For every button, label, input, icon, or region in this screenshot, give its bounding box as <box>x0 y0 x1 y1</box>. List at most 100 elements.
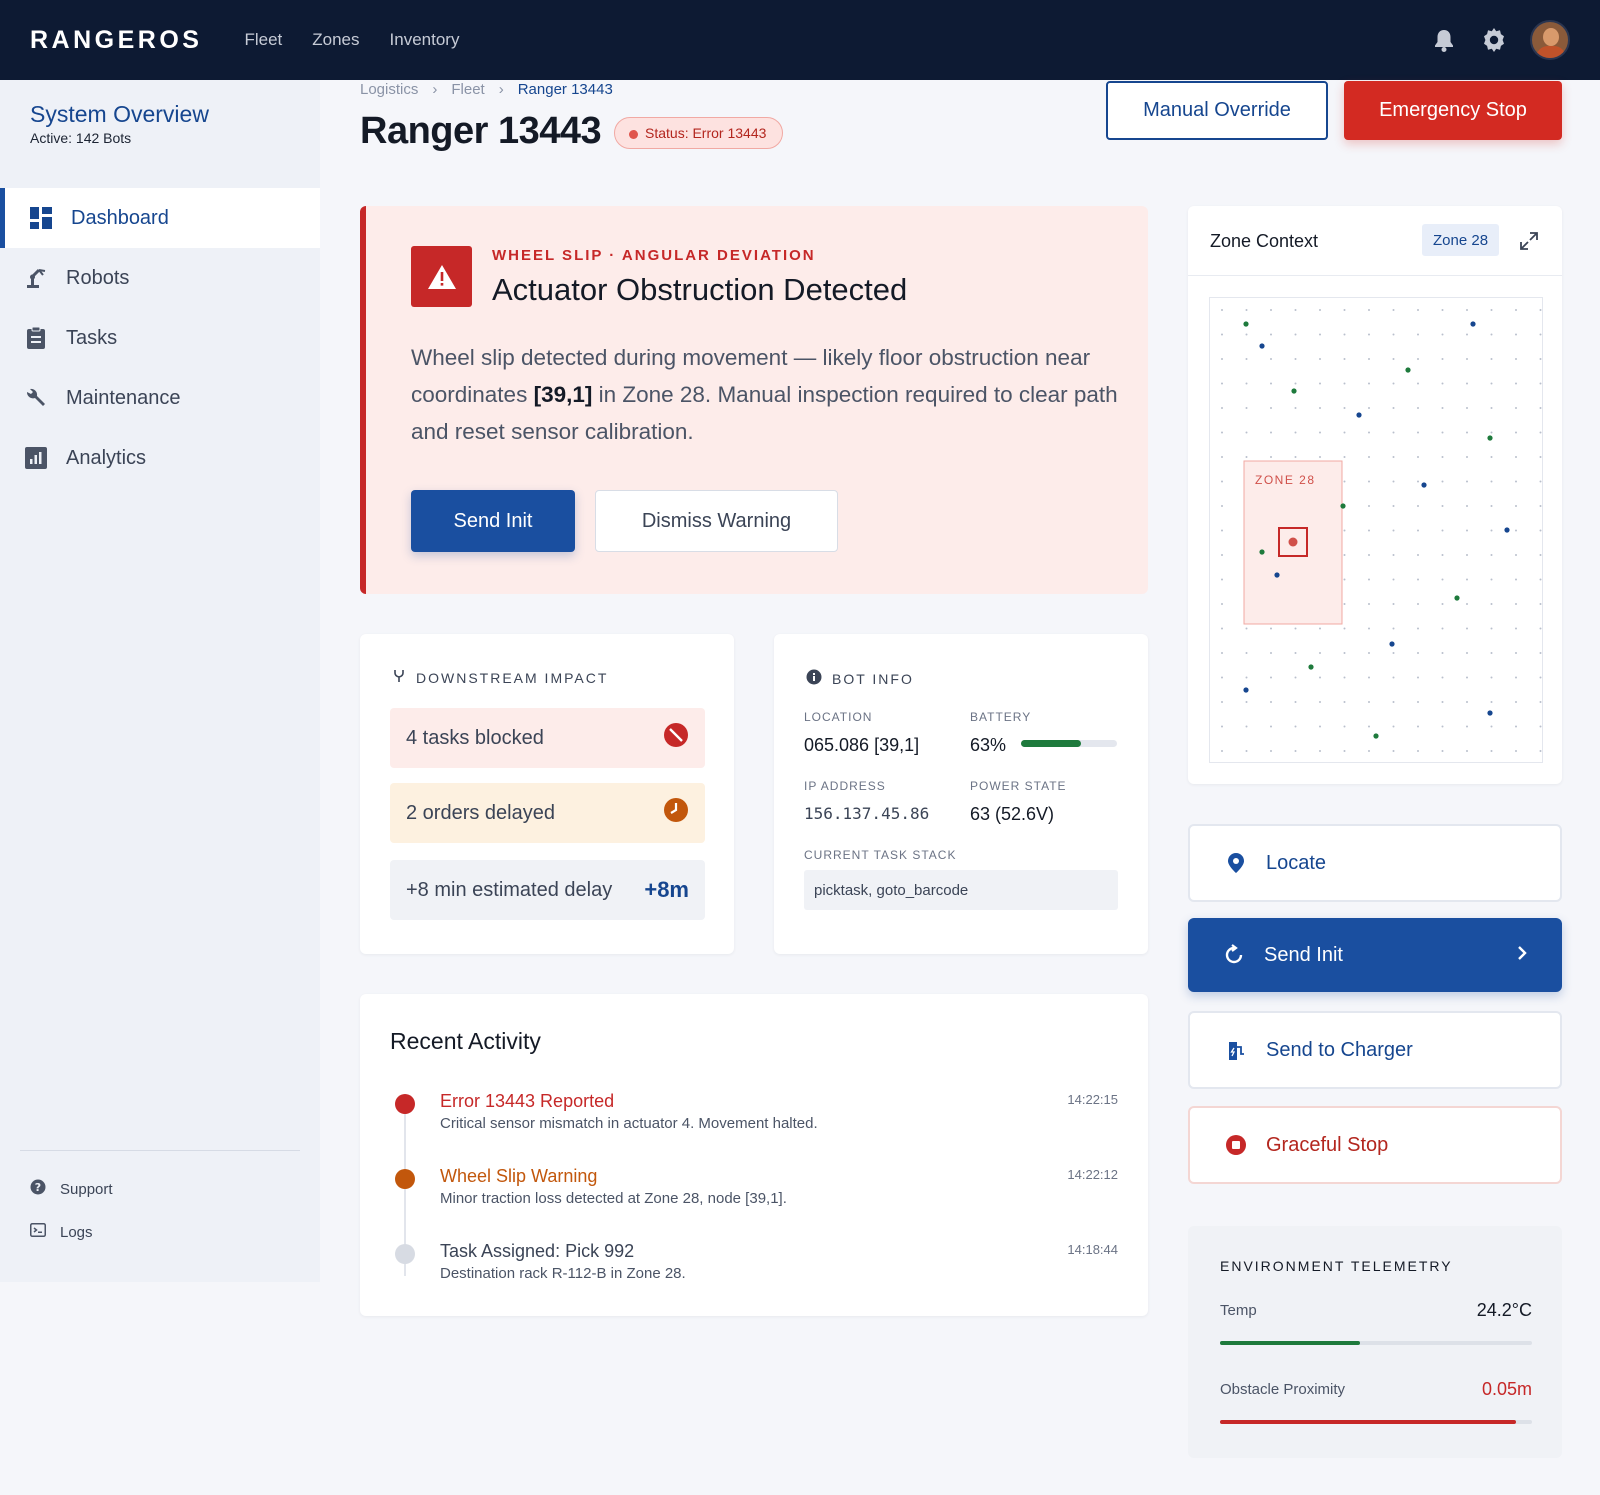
robot-dot[interactable] <box>1259 549 1265 555</box>
zone-tag[interactable]: Zone 28 <box>1422 224 1500 256</box>
robot-dot[interactable] <box>1274 572 1280 578</box>
sidebar-item-analytics[interactable]: Analytics <box>0 428 320 488</box>
breadcrumb-logistics[interactable]: Logistics <box>360 81 418 98</box>
robot-dot[interactable] <box>1291 388 1297 394</box>
user-avatar[interactable] <box>1530 20 1570 60</box>
nav-zones[interactable]: Zones <box>312 30 359 50</box>
impact-header: DOWNSTREAM IMPACT <box>392 669 608 686</box>
send-to-charger-button[interactable]: Send to Charger <box>1188 1011 1562 1089</box>
robot-dot[interactable] <box>1487 710 1493 716</box>
zone-header: Zone Context Zone 28 <box>1188 206 1562 276</box>
alert-body: Wheel slip detected during movement — li… <box>411 339 1121 450</box>
ip-value: 156.137.45.86 <box>804 804 930 823</box>
dashboard-icon <box>29 206 53 230</box>
sidebar-item-logs[interactable]: Logs <box>30 1223 93 1241</box>
impact-delay-value: +8m <box>644 877 689 902</box>
battery-bar-fill <box>1021 740 1082 747</box>
sidebar-item-tasks[interactable]: Tasks <box>0 308 320 368</box>
obstacle-proximity-bar <box>1220 1420 1532 1424</box>
robot-dot[interactable] <box>1454 595 1460 601</box>
sidebar-item-maintenance[interactable]: Maintenance <box>0 368 320 428</box>
bell-icon[interactable] <box>1430 26 1458 54</box>
robot-dot[interactable] <box>1243 687 1249 693</box>
battery-bar <box>1021 740 1117 747</box>
robot-dot[interactable] <box>1243 321 1249 327</box>
activity-item-title[interactable]: Wheel Slip Warning <box>440 1166 597 1187</box>
sidebar-subtitle: Active: 142 Bots <box>30 130 132 146</box>
robot-dot[interactable] <box>1389 641 1395 647</box>
send-init-button[interactable]: Send Init <box>411 490 575 552</box>
activity-item-title[interactable]: Task Assigned: Pick 992 <box>440 1241 634 1262</box>
nav-fleet[interactable]: Fleet <box>244 30 282 50</box>
robot-marker-dot <box>1288 537 1298 547</box>
page-title: Ranger 13443 <box>360 110 602 152</box>
send-init-action-button[interactable]: Send Init <box>1188 918 1562 992</box>
alert-coordinates: [39,1] <box>533 382 593 407</box>
graceful-stop-label: Graceful Stop <box>1266 1133 1389 1156</box>
merge-icon <box>392 669 406 686</box>
zone-map[interactable]: ZONE 28 <box>1209 297 1544 764</box>
zone-context-card: Zone Context Zone 28 ZONE 28 <box>1188 206 1562 784</box>
recent-activity-card: Recent Activity Error 13443 Reported Cri… <box>360 994 1148 1316</box>
zone-title: Zone Context <box>1210 231 1319 251</box>
alert-card: WHEEL SLIP · ANGULAR DEVIATION Actuator … <box>360 206 1148 594</box>
obstacle-proximity-value: 0.05m <box>1481 1379 1532 1399</box>
activity-item-desc: Destination rack R-112-B in Zone 28. <box>440 1265 686 1282</box>
activity-item-title[interactable]: Error 13443 Reported <box>440 1091 614 1112</box>
manual-override-button[interactable]: Manual Override <box>1106 81 1328 140</box>
robot-dot[interactable] <box>1308 664 1314 670</box>
svg-text:?: ? <box>35 1181 41 1194</box>
robot-dot[interactable] <box>1487 435 1493 441</box>
location-label: LOCATION <box>804 710 873 724</box>
nav-inventory[interactable]: Inventory <box>390 30 460 50</box>
sidebar-item-support[interactable]: ? Support <box>30 1179 113 1199</box>
robot-dot[interactable] <box>1470 321 1476 327</box>
robot-dot[interactable] <box>1259 343 1265 349</box>
sidebar-item-robots[interactable]: Robots <box>0 248 320 308</box>
robot-dot[interactable] <box>1373 733 1379 739</box>
battery-label: BATTERY <box>970 710 1032 724</box>
alert-kicker: WHEEL SLIP · ANGULAR DEVIATION <box>492 247 816 264</box>
terminal-icon <box>30 1223 46 1241</box>
impact-estimated-delay: +8 min estimated delay +8m <box>390 860 705 920</box>
robot-dot[interactable] <box>1504 527 1510 533</box>
sidebar-nav: Dashboard Robots Tasks Maintenance Analy… <box>0 188 320 488</box>
breadcrumb-fleet[interactable]: Fleet <box>451 81 484 98</box>
impact-title: DOWNSTREAM IMPACT <box>416 669 609 686</box>
locate-button[interactable]: Locate <box>1188 824 1562 902</box>
breadcrumb-separator: › <box>498 81 504 98</box>
activity-item-desc: Minor traction loss detected at Zone 28,… <box>440 1190 787 1207</box>
charger-icon <box>1224 1038 1248 1062</box>
stop-circle-icon <box>1224 1133 1248 1157</box>
sidebar-item-label: Logs <box>60 1223 93 1241</box>
robot-dot[interactable] <box>1421 482 1427 488</box>
activity-item-desc: Critical sensor mismatch in actuator 4. … <box>440 1115 818 1132</box>
brand-logo[interactable]: RANGEROS <box>30 26 202 55</box>
robot-dot[interactable] <box>1356 412 1362 418</box>
activity-title: Recent Activity <box>390 1028 541 1054</box>
power-label: POWER STATE <box>970 779 1067 793</box>
send-init-label: Send Init <box>1264 943 1343 966</box>
emergency-stop-button[interactable]: Emergency Stop <box>1344 81 1562 140</box>
expand-icon[interactable] <box>1516 228 1542 254</box>
timeline-dot <box>395 1094 415 1114</box>
info-icon <box>806 669 822 688</box>
timeline-dot <box>395 1169 415 1189</box>
graceful-stop-button[interactable]: Graceful Stop <box>1188 1106 1562 1184</box>
impact-orders-delayed: 2 orders delayed <box>390 783 705 843</box>
impact-tasks-blocked: 4 tasks blocked <box>390 708 705 768</box>
robot-dot[interactable] <box>1340 503 1346 509</box>
robot-dot[interactable] <box>1405 367 1411 373</box>
sidebar-item-dashboard[interactable]: Dashboard <box>0 188 320 248</box>
impact-label: 4 tasks blocked <box>406 726 544 749</box>
breadcrumb: Logistics › Fleet › Ranger 13443 <box>360 81 613 98</box>
map-pin-icon <box>1224 851 1248 875</box>
alert-title: Actuator Obstruction Detected <box>492 272 908 307</box>
sidebar-divider <box>20 1150 300 1151</box>
activity-item-time: 14:22:15 <box>1067 1092 1118 1107</box>
dismiss-warning-button[interactable]: Dismiss Warning <box>595 490 838 552</box>
top-nav: Fleet Zones Inventory <box>244 30 459 50</box>
breadcrumb-current: Ranger 13443 <box>517 81 613 98</box>
ip-label: IP ADDRESS <box>804 779 886 793</box>
gear-icon[interactable] <box>1480 26 1508 54</box>
